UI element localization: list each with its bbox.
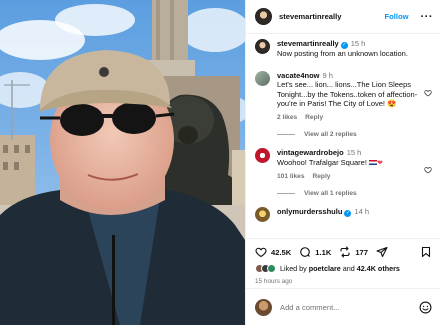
instagram-post: stevemartinreally Follow ··· stevemartin… [0,0,440,325]
comment-action[interactable]: 1.1K [299,246,331,258]
comment-username[interactable]: vacate4now [277,71,320,80]
more-options-icon[interactable]: ··· [421,11,434,22]
heart-icon[interactable] [255,246,267,258]
photo-selfie-trafalgar [0,0,245,325]
caption-body: stevemartinreally ✓ 15 h Now posting from … [277,39,432,59]
likes-count[interactable]: 42.5K [271,248,291,257]
post-actions: 42.5K 1.1K 177 Liked by poetclare and 42… [246,238,440,285]
caption-avatar[interactable] [255,39,270,54]
uk-flag-emoji-icon [369,159,378,165]
liked-by-avatars[interactable] [255,264,276,273]
post-header: stevemartinreally Follow ··· [246,0,440,34]
replies-divider [277,193,295,195]
caption-username[interactable]: stevemartinreally [277,39,339,48]
comment-item: vintagewardrobejo 15 h Woohoo! Trafalgar … [255,147,432,180]
add-comment-input[interactable]: Add a comment... [280,303,419,312]
comment-text-row: Woohoo! Trafalgar Square! ❤ [277,158,418,169]
author-avatar[interactable] [255,8,272,25]
author-username[interactable]: stevemartinreally [279,12,341,21]
comment-likes[interactable]: 2 likes [277,114,297,121]
liked-by-and: and [342,264,355,273]
comment-likes[interactable]: 101 likes [277,173,305,180]
like-comment-heart-icon[interactable] [424,166,432,174]
comment-bubble-icon[interactable] [299,246,311,258]
liked-by-others[interactable]: 42.4K others [357,264,400,273]
commenter-avatar[interactable] [255,207,270,223]
comment-username[interactable]: vintagewardrobejo [277,148,344,157]
post-photo[interactable] [0,0,245,325]
comments-count: 1.1K [315,247,332,257]
follow-button[interactable]: Follow [384,12,408,21]
send-icon[interactable] [376,246,388,258]
reposts-count: 177 [355,247,368,257]
comment-item: onlymurdersshulu ✓ 14 h [255,207,432,223]
comments-list[interactable]: stevemartinreally ✓ 15 h Now posting from … [246,34,440,234]
posted-time[interactable]: 15 hours ago [255,278,432,285]
repost-action[interactable]: 177 [339,246,368,258]
current-user-avatar[interactable] [255,298,272,316]
comment-item: vacate4now 9 h Let's see... lion... lions… [255,70,432,121]
comment-meta: 101 likes Reply [277,173,418,180]
commenter-avatar[interactable] [255,147,270,163]
verified-badge-icon: ✓ [340,42,348,49]
emoji-smile-icon[interactable] [419,301,432,314]
reply-button[interactable]: Reply [305,114,323,121]
liked-by-row: Liked by poetclare and 42.4K others [255,264,432,273]
liker-avatar [267,264,276,273]
comment-body: vintagewardrobejo 15 h Woohoo! Trafalgar … [277,148,432,180]
like-comment-heart-icon[interactable] [424,89,432,97]
reply-button[interactable]: Reply [313,173,331,180]
action-bar: 42.5K 1.1K 177 [255,244,432,260]
repost-icon[interactable] [339,246,351,258]
post-side-panel: stevemartinreally Follow ··· stevemartin… [245,0,440,325]
caption-text: Now posting from an unknown location. [277,49,408,58]
verified-badge-icon: ✓ [344,210,352,218]
liked-by-user[interactable]: poetclare [309,264,341,273]
replies-divider [277,133,295,135]
caption: stevemartinreally ✓ 15 h Now posting from … [255,39,432,59]
liked-by-prefix: Liked by [280,264,307,273]
comment-username[interactable]: onlymurdersshulu [277,207,342,216]
comment-text: Woohoo! Trafalgar Square! [277,157,367,167]
comment-time: 9 h [322,70,333,80]
comment-time: 15 h [346,147,362,157]
caption-time: 15 h [350,39,366,48]
red-heart-emoji-icon: ❤ [377,159,383,167]
view-replies-link[interactable]: View all 1 replies [277,190,432,197]
share-action[interactable] [376,246,392,258]
comment-time: 14 h [354,207,370,217]
bookmark-icon[interactable] [420,246,432,258]
comment-body: onlymurdersshulu ✓ 14 h [277,207,432,222]
like-action[interactable]: 42.5K [255,246,291,258]
view-replies-link[interactable]: View all 2 replies [277,131,432,138]
view-replies-label: View all 2 replies [304,130,357,138]
comment-meta: 2 likes Reply [277,114,418,121]
comment-body: vacate4now 9 h Let's see... lion... lions… [277,71,432,121]
view-replies-label: View all 1 replies [304,190,357,198]
add-comment-bar: Add a comment... [246,288,440,325]
comment-text: Let's see... lion... lions...The Lion Sl… [277,80,418,109]
commenter-avatar[interactable] [255,70,270,86]
